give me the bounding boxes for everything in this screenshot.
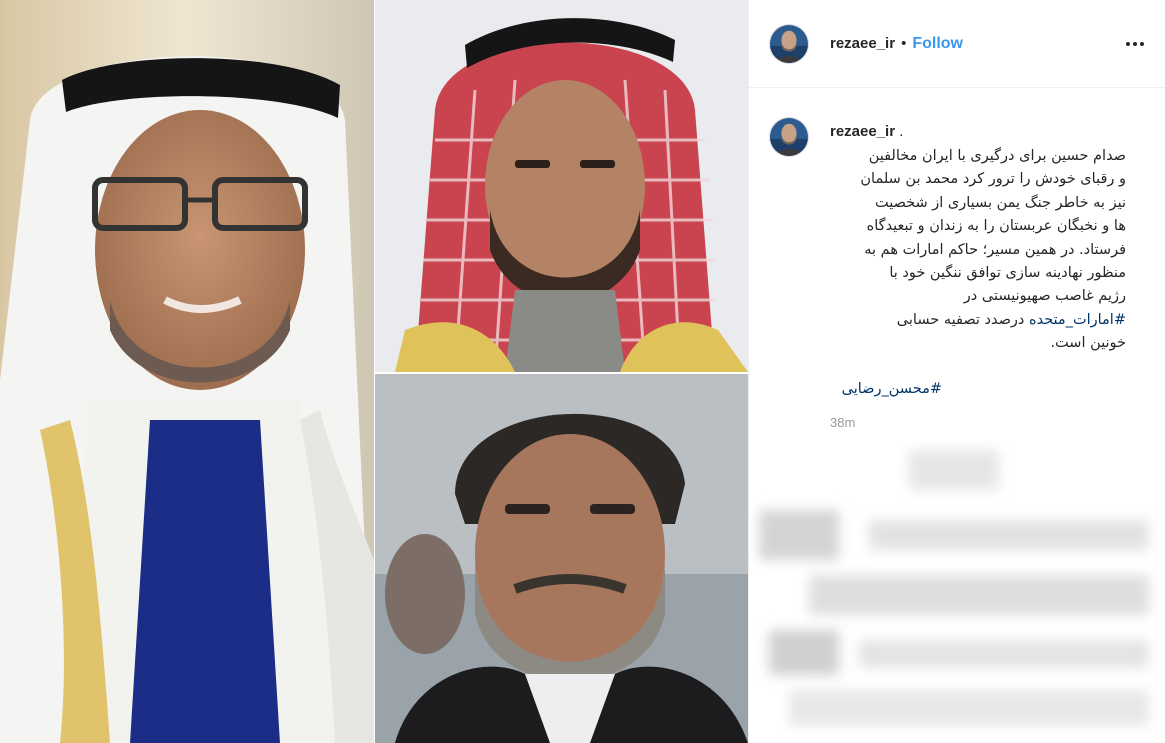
post-header: rezaee_ir • Follow — [749, 0, 1165, 88]
caption-line: ها و نخبگان عربستان را به زندان و تبعیدگ… — [866, 218, 1126, 235]
caption-line-with-hashtag: #امارات_متحده درصدد تصفیه حسابی — [830, 309, 1126, 332]
blur-block — [909, 450, 999, 490]
avatar[interactable] — [769, 117, 809, 157]
blur-block — [809, 575, 1149, 615]
dot — [1126, 41, 1130, 46]
blur-block — [869, 520, 1149, 550]
caption-text: صدام حسین برای درگیری با ایران مخالفین و… — [830, 145, 1126, 356]
more-options-icon[interactable] — [1123, 32, 1147, 56]
portrait-bottom-right-photo — [375, 374, 748, 743]
caption-line: صدام حسین برای درگیری با ایران مخالفین — [868, 148, 1126, 164]
hashtag-link[interactable]: #امارات_متحده — [1029, 312, 1126, 328]
post-timestamp[interactable]: 38m — [830, 415, 1130, 430]
blur-block — [759, 510, 839, 560]
hashtag-link: #محسن_رضایی — [830, 378, 942, 401]
avatar[interactable] — [769, 23, 809, 64]
blurred-comments-area — [749, 440, 1165, 743]
caption-username[interactable]: rezaee_ir — [830, 123, 895, 140]
dot — [1133, 41, 1137, 46]
blur-block — [789, 690, 1149, 726]
caption-dot: . — [899, 123, 904, 140]
caption-line-rest: درصدد تصفیه حسابی — [896, 311, 1029, 328]
blur-block — [769, 630, 839, 675]
caption-line: منظور نهادینه سازی توافق ننگین خود با — [889, 265, 1126, 282]
follow-button[interactable]: Follow — [912, 35, 963, 53]
caption-line: و رقبای خودش را ترور کرد محمد بن سلمان — [860, 171, 1126, 188]
caption-header: rezaee_ir . — [830, 123, 1130, 143]
post-caption: rezaee_ir . صدام حسین برای درگیری با ایر… — [769, 117, 1149, 430]
dot — [1140, 41, 1144, 46]
hashtag-link-text[interactable]: #محسن_رضایی — [842, 381, 942, 397]
post-image-collage[interactable] — [0, 0, 748, 743]
caption-body: rezaee_ir . صدام حسین برای درگیری با ایر… — [830, 117, 1130, 430]
portrait-top-right-photo — [375, 0, 748, 372]
portrait-left-photo — [0, 0, 374, 743]
post-author-username[interactable]: rezaee_ir — [830, 35, 895, 52]
caption-line: رژیم غاصب صهیونیستی در — [963, 288, 1126, 305]
post-side-panel: rezaee_ir • Follow rezaee_ir . صدام حسین… — [748, 0, 1165, 743]
separator-dot: • — [901, 35, 907, 52]
caption-line: نیز به خاطر جنگ یمن بسیاری از شخصیت — [874, 194, 1126, 211]
caption-line: فرستاد. در همین مسیر؛ حاکم امارات هم به — [864, 241, 1126, 258]
caption-line: خونین است. — [1050, 335, 1126, 352]
blur-block — [859, 640, 1149, 668]
collage-divider-horizontal — [375, 372, 748, 374]
